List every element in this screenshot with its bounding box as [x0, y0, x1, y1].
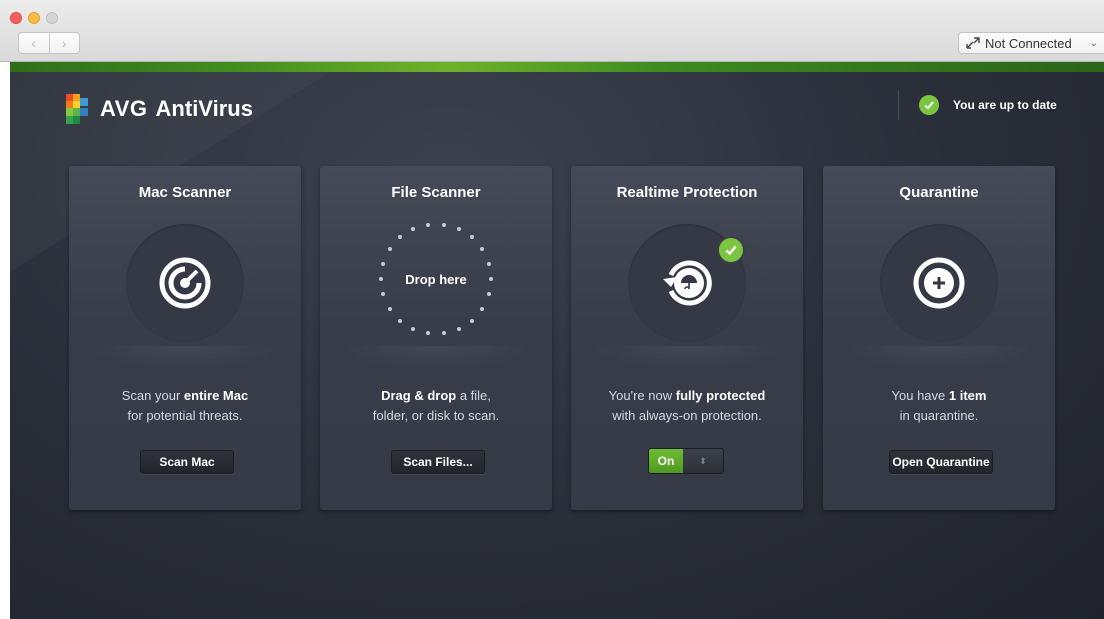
- card-description: You have 1 item in quarantine.: [823, 386, 1055, 426]
- drop-ring-dot: [379, 277, 383, 281]
- toggle-on-label: On: [649, 449, 683, 473]
- network-arrow-icon: [965, 36, 983, 50]
- shelf-glow: [340, 346, 532, 370]
- accent-bar: [10, 62, 1104, 72]
- drop-label: Drop here: [405, 271, 467, 287]
- umbrella-shield-icon: [663, 260, 712, 306]
- product-name: AntiVirus: [155, 96, 253, 121]
- desc-text: a file,: [456, 388, 491, 403]
- desc-line: in quarantine.: [899, 408, 979, 423]
- toggle-knob-icon: ⬍: [683, 449, 723, 473]
- card-description: Drag & drop a file, folder, or disk to s…: [320, 386, 552, 426]
- drop-zone[interactable]: Drop here: [377, 220, 495, 338]
- zoom-window-button[interactable]: [46, 12, 58, 24]
- card-description: Scan your entire Mac for potential threa…: [69, 386, 301, 426]
- protection-toggle[interactable]: On ⬍: [648, 448, 724, 474]
- desc-text: You're now: [608, 388, 676, 403]
- shelf-glow: [843, 346, 1035, 370]
- minimize-window-button[interactable]: [28, 12, 40, 24]
- check-icon: [919, 95, 939, 115]
- file-scanner-card: File Scanner Drop here Drag & drop a fil…: [320, 166, 552, 510]
- forward-button[interactable]: ›: [50, 33, 80, 53]
- avg-logo-icon: [66, 94, 88, 124]
- drop-ring-dot: [381, 261, 386, 266]
- shelf-glow: [89, 346, 281, 370]
- drop-ring-dot: [441, 222, 446, 227]
- card-title: Realtime Protection: [616, 184, 758, 201]
- realtime-protection-card: Realtime Protection You're now fully pro…: [571, 166, 803, 510]
- drop-ring-dot: [456, 327, 461, 332]
- app-logo: AVG AntiVirus: [66, 94, 253, 124]
- desc-line: folder, or disk to scan.: [372, 408, 500, 423]
- drop-ring-dot: [456, 226, 461, 231]
- desc-bold: entire Mac: [183, 388, 249, 403]
- drop-ring-dot: [397, 318, 402, 323]
- open-quarantine-button[interactable]: Open Quarantine: [889, 450, 993, 474]
- back-button[interactable]: ‹: [19, 33, 50, 53]
- desc-bold: fully protected: [675, 388, 766, 403]
- quarantine-card: Quarantine You have 1 item in quarantine…: [823, 166, 1055, 510]
- icon-circle: [126, 224, 244, 342]
- chevron-down-icon: ⌄: [1089, 37, 1098, 49]
- scan-mac-button[interactable]: Scan Mac: [140, 450, 234, 474]
- drop-ring-dot: [387, 247, 392, 252]
- navigation-buttons: ‹ ›: [18, 32, 80, 54]
- desc-bold: Drag & drop: [381, 388, 457, 403]
- drop-ring-dot: [426, 222, 431, 227]
- update-status: You are up to date: [898, 90, 1057, 120]
- main-content: AVG AntiVirus You are up to date Mac Sca…: [10, 62, 1104, 619]
- drop-ring-dot: [486, 261, 491, 266]
- app-window: ‹ › Not Connected ⌄ AVG AntiVirus You ar…: [0, 0, 1104, 619]
- shelf-glow: [591, 346, 783, 370]
- card-title: Quarantine: [899, 184, 979, 201]
- brand-name: AVG: [100, 96, 148, 121]
- icon-circle: [880, 224, 998, 342]
- desc-bold: 1 item: [948, 388, 987, 403]
- close-window-button[interactable]: [10, 12, 22, 24]
- desc-line: with always-on protection.: [612, 408, 762, 423]
- card-description: You're now fully protected with always-o…: [571, 386, 803, 426]
- card-title: File Scanner: [391, 184, 481, 201]
- scan-files-button[interactable]: Scan Files...: [391, 450, 485, 474]
- connection-dropdown[interactable]: Not Connected ⌄: [958, 32, 1104, 54]
- drop-ring-dot: [489, 277, 493, 281]
- update-status-text: You are up to date: [953, 98, 1057, 112]
- desc-line: for potential threats.: [127, 408, 243, 423]
- desc-text: You have: [891, 388, 949, 403]
- scanner-icon: [159, 257, 211, 309]
- title-bar: ‹ › Not Connected ⌄: [0, 0, 1104, 62]
- card-title: Mac Scanner: [138, 184, 232, 201]
- plus-circle-icon: [913, 257, 965, 309]
- desc-text: Scan your: [121, 388, 184, 403]
- connection-status-label: Not Connected: [985, 35, 1072, 51]
- mac-scanner-card: Mac Scanner Scan your entire Mac for pot…: [69, 166, 301, 510]
- drop-ring-dot: [387, 306, 392, 311]
- drop-ring-dot: [470, 318, 475, 323]
- protected-check-icon: [717, 236, 745, 264]
